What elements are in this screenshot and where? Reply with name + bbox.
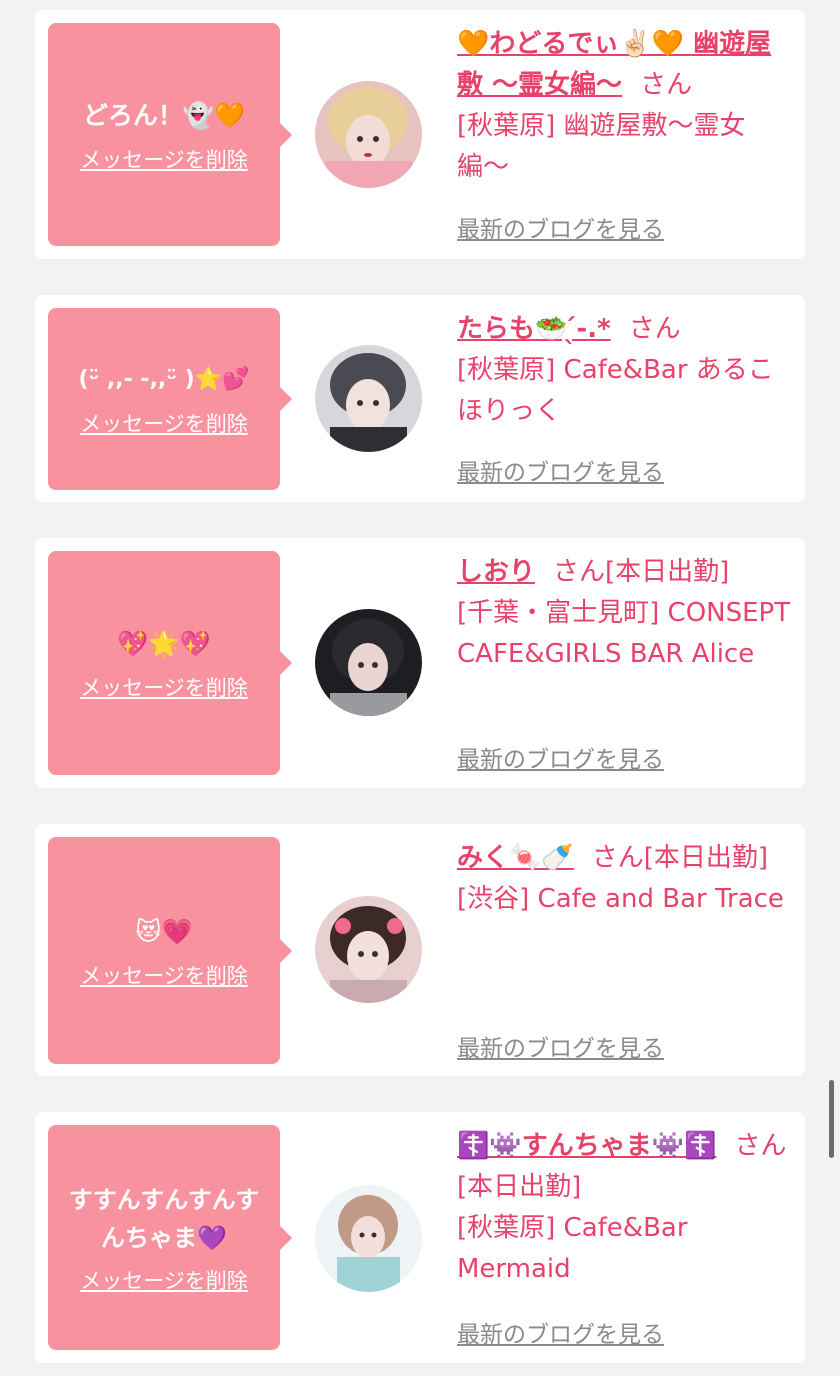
avatar[interactable] [315, 896, 422, 1003]
delete-message-link[interactable]: メッセージを削除 [80, 960, 248, 990]
scrollbar[interactable] [829, 1080, 834, 1158]
message-bubble: 😻💗 メッセージを削除 [48, 837, 292, 1064]
avatar[interactable] [315, 81, 422, 188]
list-item: どろん！👻🧡 メッセージを削除 🧡わどるでぃ✌🏻🧡 幽遊屋敷 〜霊女編〜 さん [… [35, 10, 805, 259]
list-item: 💖🌟💖 メッセージを削除 しおり さん[本日出勤] [千葉・富士見町] CONSE… [35, 538, 805, 788]
message-text: すすんすんすんすんちゃま💜 [68, 1185, 260, 1252]
latest-blog-link[interactable]: 最新のブログを見る [457, 453, 664, 487]
message-bubble: すすんすんすんすんちゃま💜 メッセージを削除 [48, 1125, 292, 1350]
cast-name-link[interactable]: しおり [457, 557, 535, 587]
delete-message-link[interactable]: メッセージを削除 [80, 144, 248, 174]
cast-name-link[interactable]: 🧡わどるでぃ✌🏻🧡 幽遊屋敷 〜霊女編〜 [457, 29, 771, 100]
delete-message-link[interactable]: メッセージを削除 [80, 672, 248, 702]
delete-message-link[interactable]: メッセージを削除 [80, 408, 248, 438]
latest-blog-link[interactable]: 最新のブログを見る [457, 740, 664, 774]
latest-blog-link[interactable]: 最新のブログを見る [457, 1315, 664, 1349]
cast-name-link[interactable]: みく🍬🍼 [457, 843, 574, 873]
name-suffix: さん[本日出勤] [553, 557, 730, 587]
message-text: 💖🌟💖 [117, 629, 211, 658]
latest-blog-link[interactable]: 最新のブログを見る [457, 1029, 664, 1063]
cast-name-link[interactable]: ☦️👾すんちゃま👾☦️ [457, 1131, 717, 1161]
list-item: すすんすんすんすんちゃま💜 メッセージを削除 ☦️👾すんちゃま👾☦️ さん[本日出… [35, 1112, 805, 1363]
name-suffix: さん [640, 70, 693, 100]
avatar[interactable] [315, 1185, 422, 1292]
shop-name: [秋葉原] 幽遊屋敷〜霊女編〜 [457, 111, 746, 182]
delete-message-link[interactable]: メッセージを削除 [80, 1265, 248, 1295]
shop-name: [千葉・富士見町] CONSEPT CAFE&GIRLS BAR Alice [457, 598, 791, 669]
name-suffix: さん [628, 314, 681, 344]
avatar[interactable] [315, 345, 422, 452]
shop-name: [秋葉原] Cafe&Bar Mermaid [457, 1213, 688, 1284]
message-text: 😻💗 [135, 916, 193, 946]
list-item: (ᵕ̈ ,,- -,,ᵕ̈ )⭐💕 メッセージを削除 たらも🥗 ̖́-.* さん … [35, 295, 805, 502]
name-suffix: さん[本日出勤] [591, 843, 769, 873]
latest-blog-link[interactable]: 最新のブログを見る [457, 210, 664, 244]
shop-name: [渋谷] Cafe and Bar Trace [457, 884, 784, 914]
message-bubble: どろん！👻🧡 メッセージを削除 [48, 23, 292, 246]
cast-name-link[interactable]: たらも🥗 ̖́-.* [457, 314, 611, 344]
message-bubble: 💖🌟💖 メッセージを削除 [48, 551, 292, 775]
message-bubble: (ᵕ̈ ,,- -,,ᵕ̈ )⭐💕 メッセージを削除 [48, 308, 292, 490]
avatar[interactable] [315, 609, 422, 716]
message-text: (ᵕ̈ ,,- -,,ᵕ̈ )⭐💕 [78, 367, 250, 392]
list-item: 😻💗 メッセージを削除 みく🍬🍼 さん[本日出勤] [渋谷] Cafe and B… [35, 824, 805, 1076]
message-text: どろん！👻🧡 [82, 100, 246, 130]
shop-name: [秋葉原] Cafe&Bar あるこほりっく [457, 355, 774, 426]
